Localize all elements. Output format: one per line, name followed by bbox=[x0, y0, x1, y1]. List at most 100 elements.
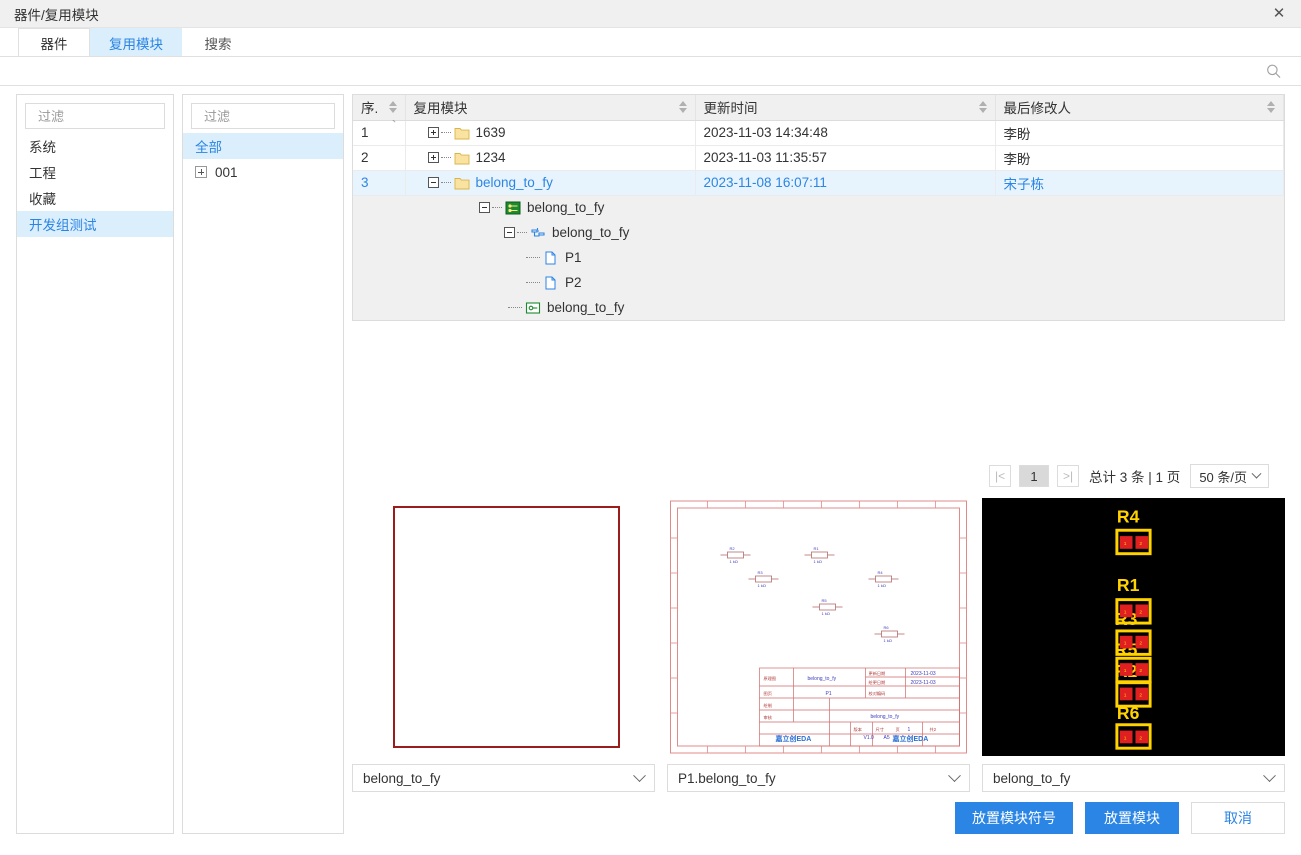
tree-row[interactable]: belong_to_fy bbox=[353, 220, 1284, 245]
tree-row[interactable]: belong_to_fy bbox=[353, 195, 1284, 220]
page-size-select[interactable]: 50 条/页 bbox=[1190, 464, 1269, 488]
sidebar-item-label: 收藏 bbox=[29, 192, 56, 207]
table-row[interactable]: 3 belong_to_fy 2023-11-08 16:07:11 宋子栋 bbox=[353, 170, 1284, 196]
svg-text:1 kΩ: 1 kΩ bbox=[814, 559, 822, 564]
schematic-select[interactable]: P1.belong_to_fy bbox=[667, 764, 970, 792]
folder-icon bbox=[454, 177, 469, 189]
sort-icon[interactable] bbox=[1267, 101, 1275, 114]
cell-module-label: belong_to_fy bbox=[475, 175, 553, 190]
schematic-preview-column: R2 1 kΩ R1 1 kΩ R3 1 kΩ R4 1 kΩ R5 1 kΩ … bbox=[667, 498, 970, 792]
sidebar-item-favorites[interactable]: 收藏 bbox=[17, 185, 173, 211]
collapse-icon[interactable] bbox=[504, 227, 515, 238]
svg-text:校对编码: 校对编码 bbox=[869, 690, 886, 697]
svg-text:R3: R3 bbox=[758, 570, 764, 575]
schematic-select-value: P1.belong_to_fy bbox=[678, 770, 776, 786]
cell-module: 1234 bbox=[405, 145, 696, 171]
svg-text:2023-11-03: 2023-11-03 bbox=[911, 671, 936, 677]
chevron-down-icon bbox=[948, 768, 961, 782]
system-filter-input[interactable] bbox=[36, 107, 216, 125]
pcb-drawing: R4 R1 R3 R5 R2 R6 bbox=[982, 500, 1285, 754]
group-filter-box[interactable] bbox=[191, 103, 396, 129]
sidebar-item-system[interactable]: 系统 bbox=[17, 133, 173, 159]
sort-icon[interactable] bbox=[388, 101, 397, 114]
svg-text:1: 1 bbox=[908, 727, 911, 733]
search-icon[interactable] bbox=[1266, 64, 1281, 79]
tree-row[interactable]: P2 bbox=[353, 270, 1284, 295]
column-header-updated[interactable]: 更新时间 bbox=[695, 95, 996, 121]
column-header-modifier[interactable]: 最后修改人 bbox=[995, 95, 1284, 121]
table-row[interactable]: 2 1234 2023-11-03 11:35:57 李盼 bbox=[353, 145, 1284, 171]
sidebar-item-label: 开发组测试 bbox=[29, 218, 97, 233]
symbol-select[interactable]: belong_to_fy bbox=[352, 764, 655, 792]
sidebar-item-project[interactable]: 工程 bbox=[17, 159, 173, 185]
tree-row[interactable]: belong_to_fy bbox=[353, 295, 1284, 320]
sort-icon[interactable] bbox=[978, 101, 987, 114]
tree-node-page-p2: P2 bbox=[405, 270, 1284, 295]
svg-text:belong_to_fy: belong_to_fy bbox=[808, 676, 837, 682]
pcb-preview-column: R4 R1 R3 R5 R2 R6 bbox=[982, 498, 1285, 792]
expand-icon[interactable] bbox=[427, 152, 439, 163]
cancel-button[interactable]: 取消 bbox=[1191, 802, 1285, 834]
pcb-select[interactable]: belong_to_fy bbox=[982, 764, 1285, 792]
cell-module: belong_to_fy bbox=[405, 170, 696, 196]
next-page-button[interactable]: >| bbox=[1057, 465, 1080, 487]
place-module-symbol-button[interactable]: 放置模块符号 bbox=[955, 802, 1073, 834]
place-module-button[interactable]: 放置模块 bbox=[1085, 802, 1179, 834]
main-column: 序. 复用模块 更新时间 最后修改人 1 1639 2023-11-03 14:… bbox=[352, 94, 1285, 834]
svg-text:嘉立创EDA: 嘉立创EDA bbox=[892, 734, 929, 743]
sort-icon[interactable] bbox=[678, 101, 687, 114]
cell-module-label: 1234 bbox=[475, 150, 506, 165]
symbol-outline bbox=[393, 506, 620, 748]
group-item-all[interactable]: 全部 bbox=[183, 133, 343, 159]
cell-modifier: 宋子栋 bbox=[995, 170, 1284, 196]
column-label: 更新时间 bbox=[703, 101, 758, 117]
sidebar-item-devgroup-test[interactable]: 开发组测试 bbox=[17, 211, 173, 237]
svg-text:2: 2 bbox=[1139, 692, 1142, 698]
folder-icon bbox=[454, 152, 469, 164]
svg-text:2: 2 bbox=[1139, 609, 1142, 615]
tab-search[interactable]: 搜索 bbox=[182, 28, 254, 56]
system-filter-box[interactable] bbox=[25, 103, 230, 129]
svg-text:1: 1 bbox=[1124, 609, 1127, 615]
symbol-preview[interactable] bbox=[352, 498, 655, 756]
tab-devices[interactable]: 器件 bbox=[18, 28, 90, 56]
svg-text:R2: R2 bbox=[730, 546, 736, 551]
svg-text:共2: 共2 bbox=[930, 726, 937, 733]
column-header-seq[interactable]: 序. bbox=[353, 95, 406, 121]
group-item-001[interactable]: 001 bbox=[183, 159, 343, 185]
svg-text:1 kΩ: 1 kΩ bbox=[822, 611, 830, 616]
cell-modifier: 李盼 bbox=[995, 145, 1284, 171]
cell-module: 1639 bbox=[405, 120, 696, 146]
tree-node-label: belong_to_fy bbox=[552, 225, 630, 240]
tree-node-label: P1 bbox=[565, 250, 582, 265]
svg-text:2: 2 bbox=[1139, 668, 1142, 674]
system-panel: 系统 工程 收藏 开发组测试 bbox=[16, 94, 230, 834]
svg-text:1 kΩ: 1 kΩ bbox=[878, 583, 886, 588]
svg-text:P1: P1 bbox=[826, 691, 832, 697]
column-header-module[interactable]: 复用模块 bbox=[405, 95, 696, 121]
svg-text:1 kΩ: 1 kΩ bbox=[730, 559, 738, 564]
close-icon[interactable]: ✕ bbox=[1269, 4, 1289, 24]
current-page-button[interactable]: 1 bbox=[1019, 465, 1050, 487]
schematic-drawing: R2 1 kΩ R1 1 kΩ R3 1 kΩ R4 1 kΩ R5 1 kΩ … bbox=[670, 500, 967, 754]
chevron-down-icon bbox=[633, 768, 646, 782]
pcb-preview[interactable]: R4 R1 R3 R5 R2 R6 bbox=[982, 498, 1285, 756]
collapse-icon[interactable] bbox=[427, 177, 439, 188]
svg-text:belong_to_fy: belong_to_fy bbox=[871, 714, 900, 720]
tab-reuse-modules[interactable]: 复用模块 bbox=[90, 28, 182, 56]
table-row[interactable]: 1 1639 2023-11-03 14:34:48 李盼 bbox=[353, 120, 1284, 146]
schematic-preview[interactable]: R2 1 kΩ R1 1 kΩ R3 1 kΩ R4 1 kΩ R5 1 kΩ … bbox=[667, 498, 970, 756]
tree-node-schematic: belong_to_fy bbox=[405, 220, 1284, 245]
tree-row[interactable]: P1 bbox=[353, 245, 1284, 270]
svg-text:2: 2 bbox=[1139, 541, 1142, 547]
preview-row: belong_to_fy R2 1 kΩ R1 1 kΩ R3 1 kΩ R4 … bbox=[352, 488, 1285, 792]
sidebar-item-label: 工程 bbox=[29, 166, 56, 181]
svg-text:R4: R4 bbox=[878, 570, 884, 575]
pcb-green-icon bbox=[525, 301, 541, 314]
svg-text:1: 1 bbox=[1124, 692, 1127, 698]
expand-plus-icon[interactable] bbox=[195, 166, 207, 178]
expand-icon[interactable] bbox=[427, 127, 439, 138]
table-header-row: 序. 复用模块 更新时间 最后修改人 bbox=[353, 95, 1284, 121]
collapse-icon[interactable] bbox=[479, 202, 490, 214]
first-page-button[interactable]: |< bbox=[989, 465, 1012, 487]
